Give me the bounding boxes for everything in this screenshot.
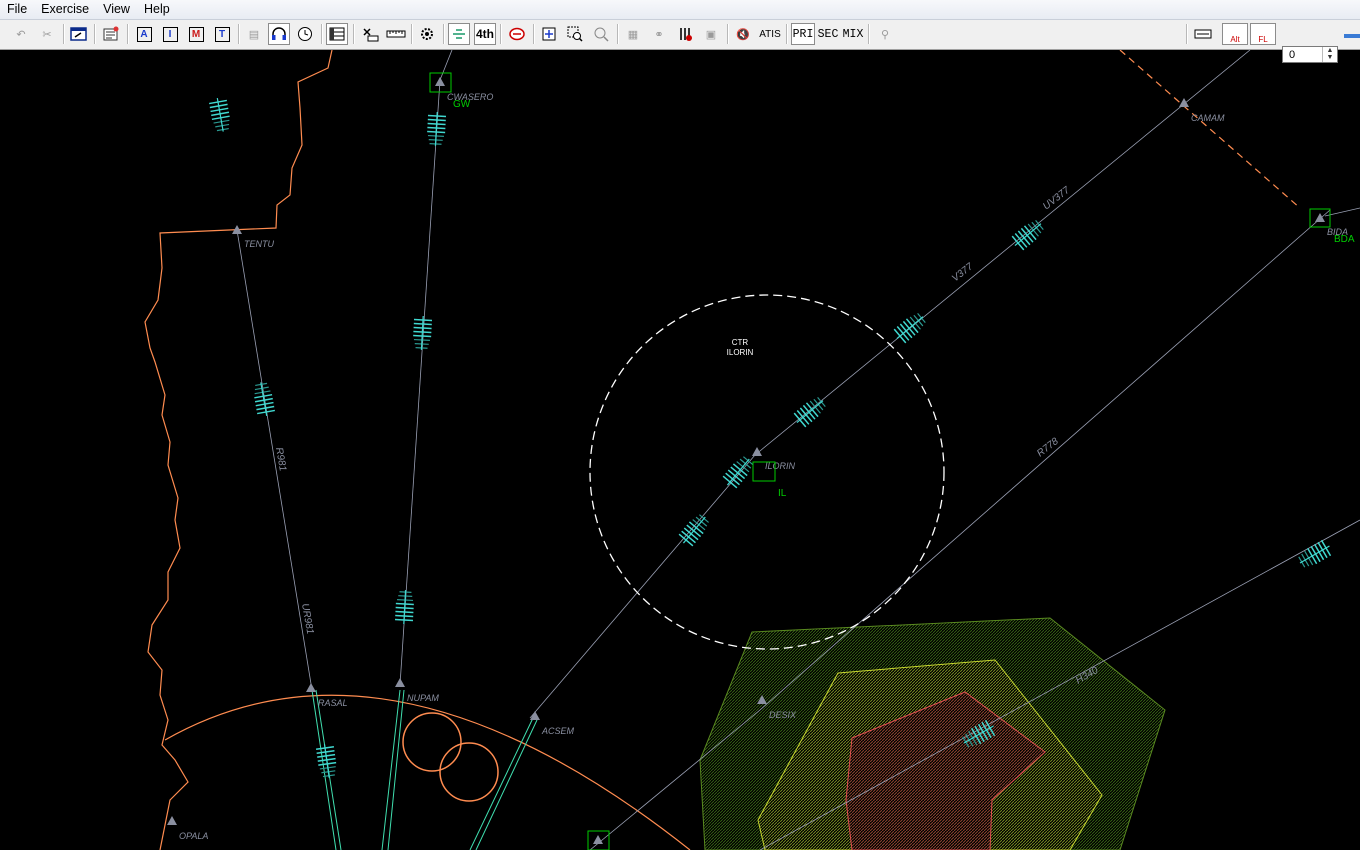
waypoint-label: OPALA — [179, 831, 208, 841]
fl-label: FL — [1258, 35, 1268, 44]
headset-icon[interactable] — [268, 23, 290, 45]
t-label: T — [214, 26, 230, 42]
route-label: R981 — [273, 447, 288, 472]
route-label: R778 — [1035, 436, 1061, 460]
clock-icon[interactable] — [294, 23, 316, 45]
airport-label: IL — [778, 488, 787, 499]
mix-button[interactable]: MIX — [841, 23, 865, 45]
airspace-boundary-dashed — [1119, 50, 1301, 209]
waypoint-opala-icon[interactable] — [167, 816, 177, 825]
airport-label: GW — [453, 99, 471, 110]
center-icon[interactable] — [538, 23, 560, 45]
route-label: UR981 — [299, 603, 315, 636]
map-icon[interactable]: ▦ — [622, 23, 644, 45]
waypoint-ilorin-icon[interactable] — [752, 447, 762, 456]
waypoint-unnamed-icon[interactable] — [593, 835, 603, 844]
waypoint-label: TENTU — [244, 239, 274, 249]
menu-view[interactable]: View — [96, 0, 137, 19]
pri-label: PRI — [792, 27, 814, 41]
vector-icon[interactable] — [448, 23, 470, 45]
aircraft-track-icon[interactable] — [675, 510, 713, 550]
radar-display[interactable]: CTR ILORIN TENTU CWASERO CAMAM BIDA ILOR… — [0, 50, 1360, 850]
restricted-circle — [402, 712, 462, 772]
screen-icon[interactable]: ▣ — [700, 23, 722, 45]
aircraft-track-icon[interactable] — [1294, 537, 1335, 572]
menu-help[interactable]: Help — [137, 0, 177, 19]
label-t-button[interactable]: T — [211, 23, 233, 45]
alert-icon[interactable] — [506, 23, 528, 45]
ctr-name: ILORIN — [727, 348, 754, 357]
fir-boundary — [144, 50, 333, 850]
fourth-label: 4th — [476, 27, 494, 41]
menu-exercise[interactable]: Exercise — [34, 0, 96, 19]
aircraft-track-icon[interactable] — [314, 742, 339, 780]
aircraft-track-icon[interactable] — [1008, 216, 1048, 254]
mix-label: MIX — [842, 27, 864, 41]
alt-label: Alt — [1230, 35, 1240, 44]
waypoint-cwasero-icon[interactable] — [435, 77, 445, 86]
restricted-circle — [439, 742, 499, 802]
fourth-button[interactable]: 4th — [474, 23, 496, 45]
ctr-circle — [589, 294, 945, 650]
menu-file[interactable]: File — [0, 0, 34, 19]
waypoint-rasal-icon[interactable] — [306, 683, 316, 692]
tools-icon[interactable] — [674, 23, 696, 45]
document-icon[interactable]: ▤ — [243, 23, 265, 45]
aircraft-track-icon[interactable] — [251, 380, 277, 419]
atis-label: ATIS — [759, 28, 781, 40]
aircraft-track-icon[interactable] — [207, 95, 233, 134]
route-label: V377 — [950, 261, 976, 284]
aircraft-track-icon[interactable] — [719, 452, 757, 492]
pri-button[interactable]: PRI — [791, 23, 815, 45]
label-a-button[interactable]: A — [133, 23, 155, 45]
ctr-label: CTR — [732, 338, 749, 347]
waypoint-label: DESIX — [769, 710, 797, 720]
menu-bar: File Exercise View Help — [0, 0, 1360, 20]
waypoint-bida-icon[interactable] — [1315, 213, 1325, 222]
settings-icon[interactable] — [416, 23, 438, 45]
undo-icon[interactable]: ↶ — [10, 23, 32, 45]
fl-filter-button[interactable]: FL — [1250, 23, 1276, 45]
m-label: M — [188, 26, 204, 42]
toolbar: ↶ ✂ A I M T ▤ 4th ▦ ⚭ ▣ 🔇 ATIS PRI SEC M… — [0, 20, 1360, 63]
properties-icon[interactable] — [100, 23, 122, 45]
table-icon[interactable] — [326, 23, 348, 45]
pin-icon[interactable]: ⚲ — [874, 23, 896, 45]
a-label: A — [136, 26, 152, 42]
airport-label: BDA — [1334, 234, 1355, 245]
waypoint-label: ACSEM — [541, 726, 575, 736]
waypoint-label: RASAL — [318, 698, 348, 708]
waypoint-nupam-icon[interactable] — [395, 678, 405, 687]
ruler-icon[interactable] — [385, 23, 407, 45]
aircraft-track-icon[interactable] — [890, 309, 930, 347]
waypoint-label: NUPAM — [407, 693, 439, 703]
alt-filter-button[interactable]: Alt — [1222, 23, 1248, 45]
sec-button[interactable]: SEC — [816, 23, 840, 45]
aircraft-tools-icon[interactable] — [359, 23, 381, 45]
window-icon[interactable] — [68, 23, 90, 45]
zoom-select-icon[interactable] — [564, 23, 586, 45]
mute-icon[interactable]: 🔇 — [732, 23, 754, 45]
atis-button[interactable]: ATIS — [758, 23, 782, 45]
i-label: I — [162, 26, 178, 42]
waypoint-camam-icon[interactable] — [1179, 98, 1189, 107]
zoom-icon[interactable] — [590, 23, 612, 45]
link-icon[interactable]: ⚭ — [648, 23, 670, 45]
scissors-icon[interactable]: ✂ — [36, 23, 58, 45]
waypoint-label: CAMAM — [1191, 113, 1225, 123]
width-icon[interactable] — [1192, 23, 1214, 45]
label-i-button[interactable]: I — [159, 23, 181, 45]
tma-arc — [164, 694, 691, 850]
label-m-button[interactable]: M — [185, 23, 207, 45]
scroll-indicator[interactable] — [1344, 34, 1360, 38]
sec-label: SEC — [817, 27, 839, 41]
waypoint-acsem-icon[interactable] — [530, 711, 540, 720]
